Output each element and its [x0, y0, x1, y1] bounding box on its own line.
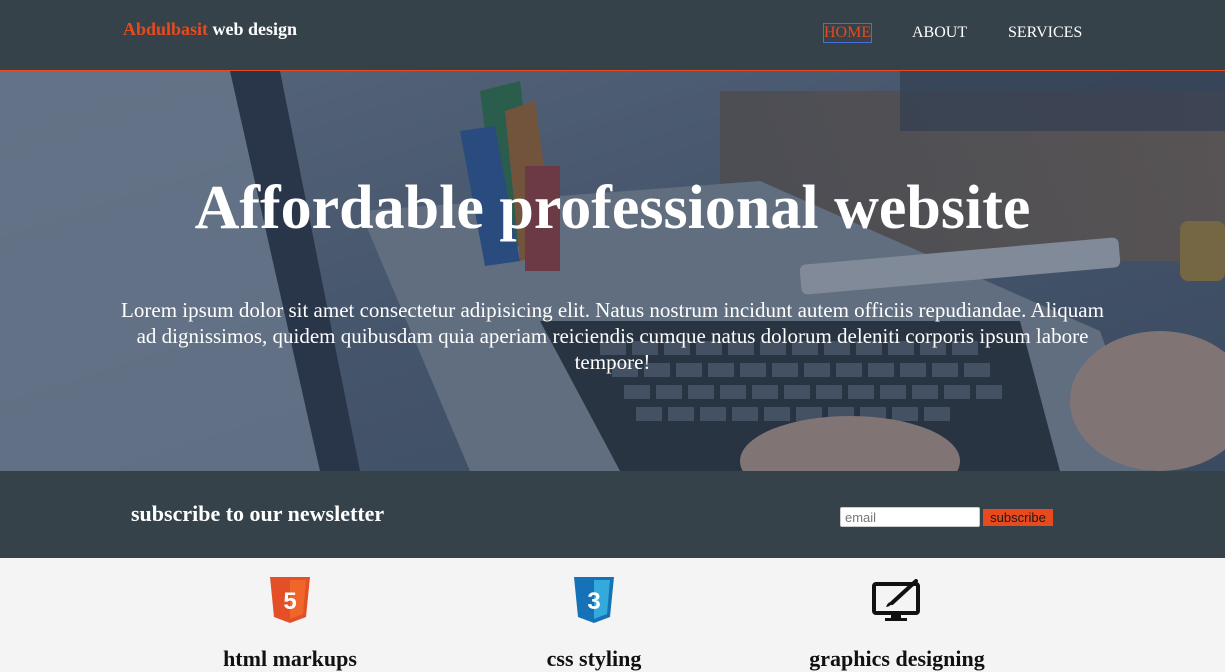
- box-title-css: css styling: [546, 646, 642, 671]
- svg-text:5: 5: [283, 588, 296, 615]
- graphics-monitor-icon: [872, 579, 920, 621]
- hero-title: Affordable professional website: [194, 174, 1031, 242]
- newsletter-section: subscribe to our newsletter subscribe: [0, 471, 1225, 558]
- hero-showcase: Affordable professional website Lorem ip…: [0, 71, 1225, 471]
- nav-services[interactable]: SERVICES: [1008, 24, 1082, 42]
- box-title-html: html markups: [223, 646, 357, 671]
- box-title-graphics: graphics designing: [809, 646, 985, 671]
- site-header: Abdulbasit web design HOME ABOUT SERVICE…: [0, 0, 1225, 71]
- html5-icon: 5: [270, 577, 310, 623]
- hero-text: Lorem ipsum dolor sit amet consectetur a…: [121, 298, 1104, 374]
- email-input[interactable]: [840, 507, 980, 527]
- nav-about[interactable]: ABOUT: [912, 24, 967, 42]
- newsletter-heading: subscribe to our newsletter: [131, 501, 385, 526]
- nav-home[interactable]: HOME: [822, 23, 873, 43]
- subscribe-button[interactable]: subscribe: [983, 509, 1053, 526]
- css3-icon: 3: [574, 577, 614, 623]
- main-nav: HOME ABOUT SERVICES: [0, 23, 1225, 44]
- services-boxes: 5 3 html markups css styling graphics de…: [0, 558, 1225, 671]
- svg-text:3: 3: [587, 588, 600, 615]
- hero-overlay: [0, 71, 1225, 471]
